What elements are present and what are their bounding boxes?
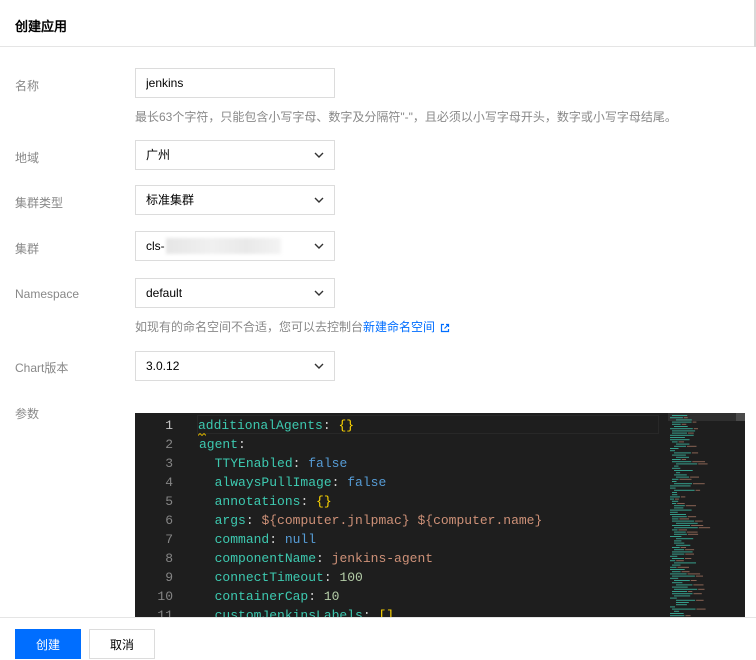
yaml-colon: : xyxy=(238,437,246,452)
minimap[interactable] xyxy=(668,413,745,618)
namespace-value: default xyxy=(146,286,183,300)
yaml-key: componentName xyxy=(214,551,317,566)
cluster-select[interactable]: cls- xyxy=(135,231,335,261)
code-line: alwaysPullImage: false xyxy=(199,473,387,492)
code-line: args: ${computer.jnlpmac} ${computer.nam… xyxy=(199,511,543,530)
redacted-cluster-id xyxy=(166,238,281,254)
params-label: 参数 xyxy=(15,407,40,421)
yaml-colon: : xyxy=(292,456,309,471)
chart-version-value: 3.0.12 xyxy=(146,359,180,373)
yaml-value: {} xyxy=(338,418,355,433)
yaml-key: TTYEnabled xyxy=(214,456,293,471)
yaml-key: args xyxy=(214,513,246,528)
yaml-key: connectTimeout xyxy=(214,570,324,585)
yaml-value: null xyxy=(284,532,317,547)
editor-scrollbar[interactable] xyxy=(736,413,745,421)
external-link-icon[interactable] xyxy=(440,323,450,333)
namespace-select[interactable]: default xyxy=(135,278,335,308)
line-number: 1 xyxy=(165,418,173,433)
namespace-label: Namespace xyxy=(15,287,80,301)
create-button[interactable]: 创建 xyxy=(15,629,81,659)
code-line: containerCap: 10 xyxy=(199,587,340,606)
chevron-down-icon xyxy=(314,243,324,249)
yaml-colon: : xyxy=(269,532,285,547)
yaml-colon: : xyxy=(308,589,324,604)
code-line: TTYEnabled: false xyxy=(199,454,348,473)
cluster-type-select[interactable]: 标准集群 xyxy=(135,185,335,215)
name-field[interactable] xyxy=(135,68,335,98)
line-number: 8 xyxy=(165,551,173,566)
create-app-dialog: 创建应用 名称 最长63个字符，只能包含小写字母、数字及分隔符"-"，且必须以小… xyxy=(0,0,756,660)
line-number: 6 xyxy=(165,513,173,528)
yaml-colon: : xyxy=(300,494,317,509)
yaml-value: 10 xyxy=(323,589,340,604)
namespace-hint: 如现有的命名空间不合适，您可以去控制台新建命名空间 xyxy=(135,318,450,335)
yaml-key: additionalAgents xyxy=(198,418,323,436)
cluster-type-label: 集群类型 xyxy=(15,196,64,210)
cluster-value-prefix: cls- xyxy=(146,239,165,253)
chevron-down-icon xyxy=(314,363,324,369)
yaml-colon: : xyxy=(323,570,340,585)
line-number: 4 xyxy=(165,475,173,490)
namespace-hint-text: 如现有的命名空间不合适，您可以去控制台 xyxy=(135,320,364,334)
code-line: componentName: jenkins-agent xyxy=(199,549,433,568)
name-input[interactable] xyxy=(146,69,334,97)
yaml-value: ${computer.jnlpmac} ${computer.name} xyxy=(261,513,543,528)
yaml-colon: : xyxy=(331,475,348,490)
cluster-label: 集群 xyxy=(15,242,40,256)
dialog-header: 创建应用 xyxy=(0,0,756,47)
region-label: 地域 xyxy=(15,151,40,165)
chart-version-select[interactable]: 3.0.12 xyxy=(135,351,335,381)
yaml-colon: : xyxy=(322,418,339,433)
code-line: command: null xyxy=(199,530,316,549)
yaml-colon: : xyxy=(245,513,262,528)
line-number: 10 xyxy=(157,589,173,604)
cluster-type-value: 标准集群 xyxy=(146,193,195,207)
chevron-down-icon xyxy=(314,290,324,296)
dialog-footer: 创建 取消 xyxy=(0,617,756,660)
code-line: additionalAgents: {} xyxy=(197,415,659,436)
yaml-key: alwaysPullImage xyxy=(214,475,332,490)
name-hint: 最长63个字符，只能包含小写字母、数字及分隔符"-"，且必须以小写字母开头，数字… xyxy=(135,110,677,124)
yaml-key: command xyxy=(214,532,270,547)
region-select[interactable]: 广州 xyxy=(135,140,335,170)
line-number: 7 xyxy=(165,532,173,547)
chevron-down-icon xyxy=(314,197,324,203)
yaml-value: false xyxy=(347,475,387,490)
name-label: 名称 xyxy=(15,79,40,93)
chart-version-label: Chart版本 xyxy=(15,361,69,375)
page-title: 创建应用 xyxy=(15,19,68,34)
line-number: 9 xyxy=(165,570,173,585)
yaml-key: agent xyxy=(199,437,239,452)
line-number-gutter: 1 2 3 4 5 6 7 8 9 10 11 xyxy=(135,413,187,618)
code-line: connectTimeout: 100 xyxy=(199,568,363,587)
yaml-key: containerCap xyxy=(214,589,309,604)
code-editor[interactable]: 1 2 3 4 5 6 7 8 9 10 11 additionalAgents: {} agent:… xyxy=(135,413,745,618)
yaml-key: annotations xyxy=(214,494,301,509)
line-number: 3 xyxy=(165,456,173,471)
yaml-value: 100 xyxy=(339,570,363,585)
cancel-button[interactable]: 取消 xyxy=(89,629,155,659)
yaml-value: {} xyxy=(316,494,332,509)
yaml-value: false xyxy=(308,456,348,471)
line-number: 5 xyxy=(165,494,173,509)
code-line: agent: xyxy=(199,435,246,454)
yaml-value: jenkins-agent xyxy=(331,551,434,566)
code-line: annotations: {} xyxy=(199,492,332,511)
line-number: 2 xyxy=(165,437,173,452)
chevron-down-icon xyxy=(314,152,324,158)
yaml-colon: : xyxy=(316,551,332,566)
code-area[interactable]: additionalAgents: {} agent: TTYEnabled: f… xyxy=(197,413,669,618)
region-value: 广州 xyxy=(146,148,171,162)
create-namespace-link[interactable]: 新建命名空间 xyxy=(363,320,435,334)
